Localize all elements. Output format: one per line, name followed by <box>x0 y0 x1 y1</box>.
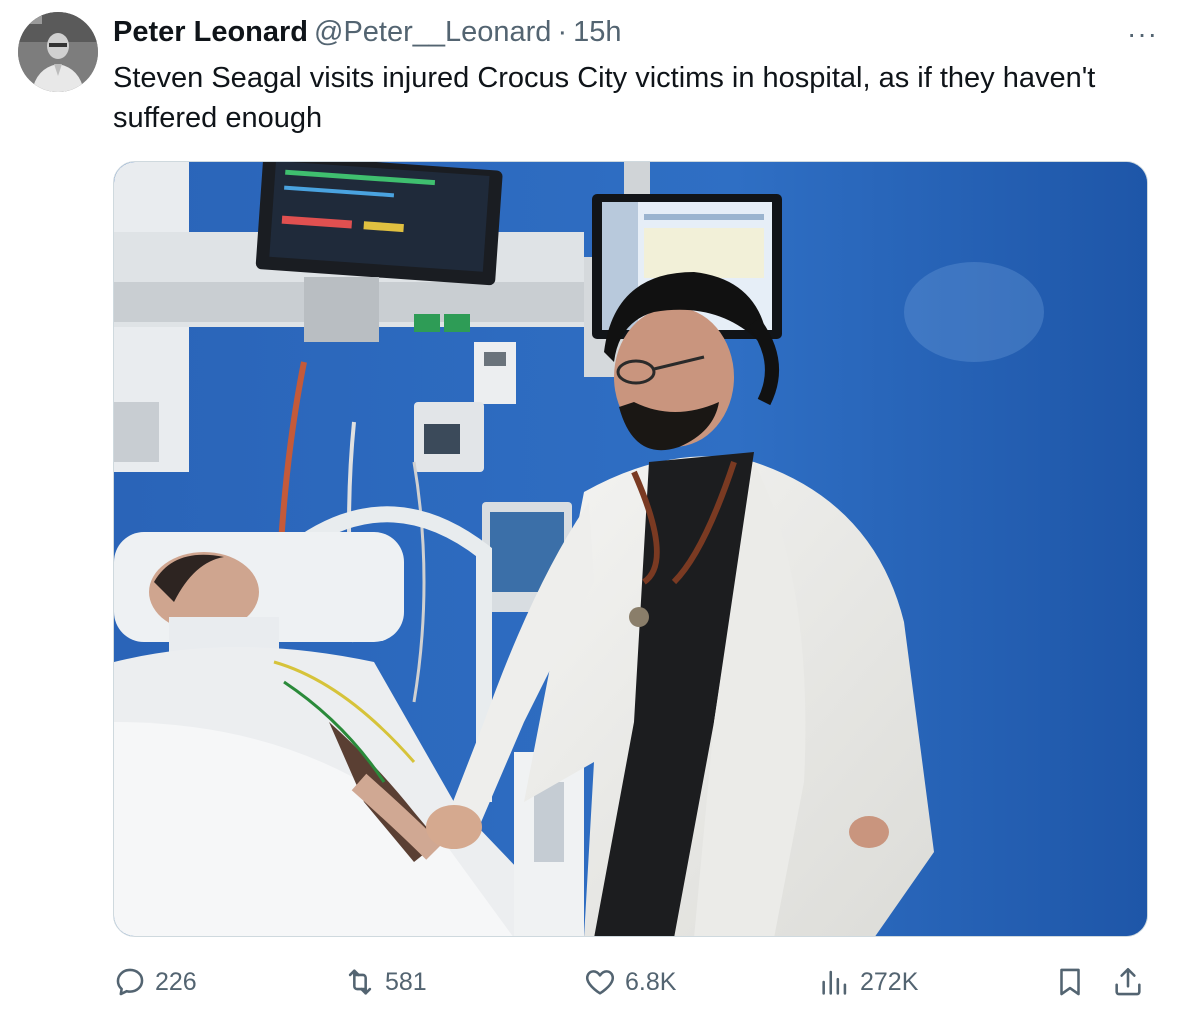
views-icon <box>822 970 847 995</box>
author-name[interactable]: Peter Leonard <box>113 14 308 50</box>
repost-button[interactable]: 581 <box>343 956 427 1008</box>
tweet-actions: 226 581 6.8K 272K <box>113 956 1153 1008</box>
repost-icon <box>348 969 372 995</box>
bookmark-icon <box>1060 968 1080 996</box>
tweet-timestamp[interactable]: 15h <box>573 14 621 50</box>
share-button[interactable] <box>1111 956 1145 1008</box>
repost-count: 581 <box>385 968 427 996</box>
share-icon <box>1115 967 1141 996</box>
hospital-photo-illustration <box>114 162 1147 936</box>
header-separator: · <box>557 16 568 48</box>
tweet-card[interactable]: Peter Leonard @Peter__Leonard · 15h ··· … <box>0 0 1194 1016</box>
tweet-text: Steven Seagal visits injured Crocus City… <box>113 62 1096 134</box>
author-handle[interactable]: @Peter__Leonard <box>314 14 551 50</box>
views-button[interactable]: 272K <box>818 956 918 1008</box>
avatar-image <box>18 12 98 92</box>
more-options-icon[interactable]: ··· <box>1127 20 1158 48</box>
views-count: 272K <box>860 968 919 996</box>
tweet-photo[interactable] <box>113 161 1148 937</box>
like-count: 6.8K <box>625 968 677 996</box>
reply-icon <box>116 968 144 996</box>
like-button[interactable]: 6.8K <box>583 956 676 1008</box>
heart-icon <box>585 970 615 995</box>
reply-count: 226 <box>155 968 197 996</box>
avatar[interactable] <box>18 12 98 92</box>
tweet-header: Peter Leonard @Peter__Leonard · 15h <box>113 14 622 50</box>
bookmark-button[interactable] <box>1053 956 1087 1008</box>
reply-button[interactable]: 226 <box>113 956 197 1008</box>
